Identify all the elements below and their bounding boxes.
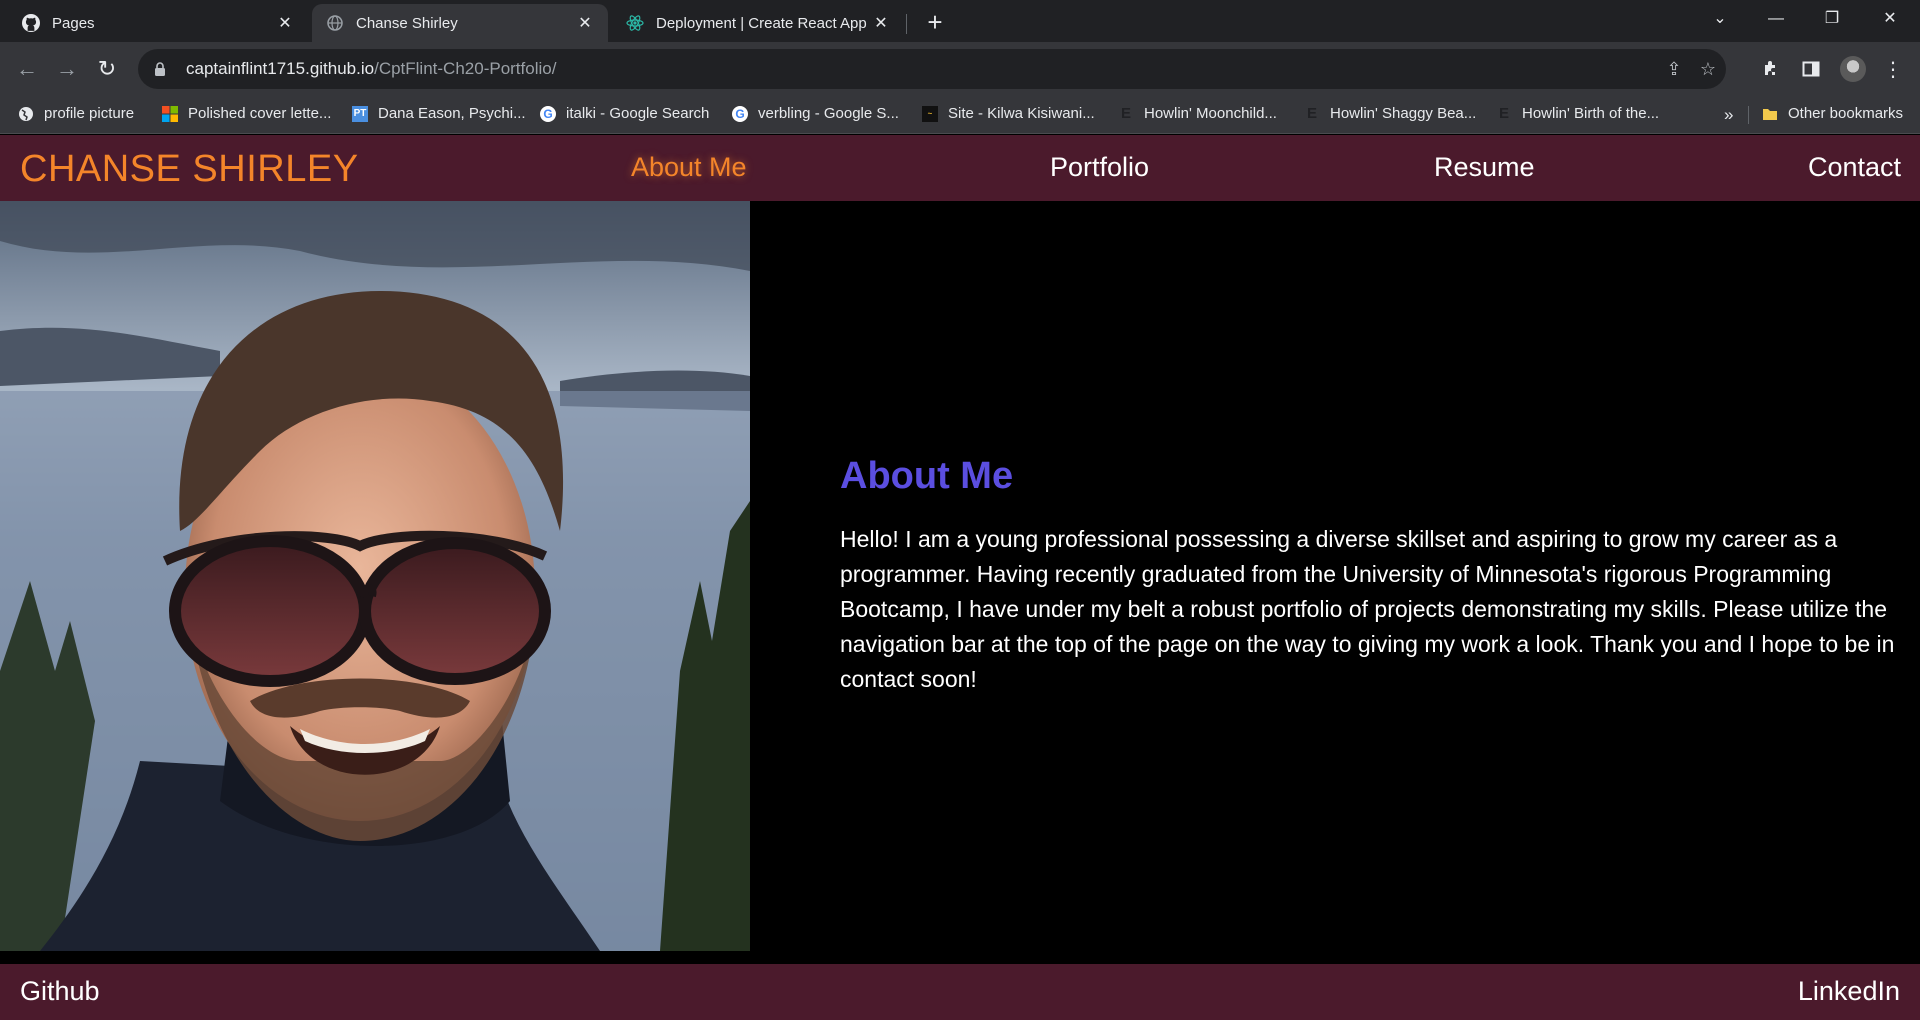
bookmark-item[interactable]: E Howlin' Birth of the... [1496,105,1659,122]
site-footer: Github LinkedIn [0,964,1920,1020]
nav-contact[interactable]: Contact [1808,152,1901,183]
github-icon [22,14,40,32]
bookmark-item[interactable]: ~ Site - Kilwa Kisiwani... [922,105,1095,122]
bookmark-item[interactable]: E Howlin' Shaggy Bea... [1304,105,1476,122]
site-icon: ~ [922,105,938,122]
bookmark-item[interactable]: PT Dana Eason, Psychi... [352,105,526,122]
e-icon: E [1306,105,1317,122]
google-icon: G [540,105,556,122]
bookmark-label: profile picture [44,105,135,122]
reload-icon[interactable]: ↻ [92,54,122,84]
close-icon[interactable]: ✕ [872,13,890,33]
menu-kebab-icon[interactable]: ⋮ [1880,56,1906,82]
tab-divider [906,14,907,34]
pt-icon: PT [352,105,368,122]
bookmark-label: Howlin' Birth of the... [1522,105,1660,122]
address-bar[interactable]: captainflint1715.github.io/CptFlint-Ch20… [138,49,1726,89]
nav-resume[interactable]: Resume [1434,152,1535,183]
tab-title: Pages [52,14,95,32]
e-icon: E [1120,105,1131,122]
bookmark-label: verbling - Google S... [758,105,899,122]
other-bookmarks[interactable]: Other bookmarks [1762,105,1903,122]
bookmark-item[interactable]: G italki - Google Search [540,105,709,122]
close-icon[interactable]: ✕ [576,13,594,33]
tab-title: Deployment | Create React App [656,14,867,32]
tab-search-icon[interactable]: ⌄ [1692,0,1748,38]
about-heading: About Me [840,455,1014,497]
bookmarks-overflow-chevron-icon[interactable]: » [1724,105,1733,125]
globe-icon [18,106,34,122]
microsoft-icon [162,105,178,122]
bookmark-label: italki - Google Search [566,105,710,122]
forward-arrow-icon[interactable]: → [52,54,82,84]
restore-button[interactable]: ❐ [1804,0,1860,38]
browser-toolbar: ← → ↻ captainflint1715.github.io/CptFlin… [0,42,1920,96]
tab-deployment[interactable]: Deployment | Create React App ✕ [612,4,904,42]
github-link[interactable]: Github [20,976,100,1007]
lock-icon [154,62,170,76]
close-icon[interactable]: ✕ [276,13,294,33]
profile-avatar[interactable] [1840,56,1866,82]
close-window-button[interactable]: ✕ [1862,0,1918,38]
about-body: Hello! I am a young professional possess… [840,526,1895,692]
bookmark-item[interactable]: Polished cover lette... [162,105,331,122]
extensions-icon[interactable] [1758,56,1784,82]
url-host: captainflint1715.github.io [186,59,375,78]
linkedin-link[interactable]: LinkedIn [1798,976,1900,1007]
back-arrow-icon[interactable]: ← [12,54,42,84]
tab-chanse-shirley[interactable]: Chanse Shirley ✕ [312,4,608,42]
bookmark-label: Howlin' Moonchild... [1144,105,1277,122]
side-panel-icon[interactable] [1798,56,1824,82]
tab-title: Chanse Shirley [356,14,458,32]
e-icon: E [1498,105,1509,122]
bookmarks-bar: profile picture Polished cover lette... … [0,96,1920,134]
profile-photo [0,201,750,951]
react-icon [626,14,644,32]
bookmark-item[interactable]: profile picture [18,105,134,122]
minimize-button[interactable]: — [1748,0,1804,38]
tab-strip: Pages ✕ Chanse Shirley ✕ Deployment | Cr… [0,0,1920,42]
folder-icon [1762,106,1778,122]
new-tab-button[interactable]: + [918,6,952,40]
bookmark-label: Site - Kilwa Kisiwani... [948,105,1095,122]
google-icon: G [732,105,748,122]
star-icon[interactable]: ☆ [1696,57,1720,81]
bookmark-item[interactable]: G verbling - Google S... [732,105,899,122]
nav-portfolio[interactable]: Portfolio [1050,152,1149,183]
url-path: /CptFlint-Ch20-Portfolio/ [374,59,557,78]
bookmark-label: Dana Eason, Psychi... [378,105,526,122]
bookmark-item[interactable]: E Howlin' Moonchild... [1118,105,1277,122]
bookmark-label: Howlin' Shaggy Bea... [1330,105,1477,122]
site-header: CHANSE SHIRLEY About Me Portfolio Resume… [0,135,1920,201]
globe-icon [326,14,344,32]
bookmark-divider [1748,106,1749,124]
tab-pages[interactable]: Pages ✕ [8,4,308,42]
share-icon[interactable]: ⇪ [1662,57,1686,81]
site-name[interactable]: CHANSE SHIRLEY [20,148,359,191]
bookmark-label: Polished cover lette... [188,105,332,122]
nav-about-me[interactable]: About Me [631,152,747,183]
other-bookmarks-label: Other bookmarks [1788,105,1904,122]
